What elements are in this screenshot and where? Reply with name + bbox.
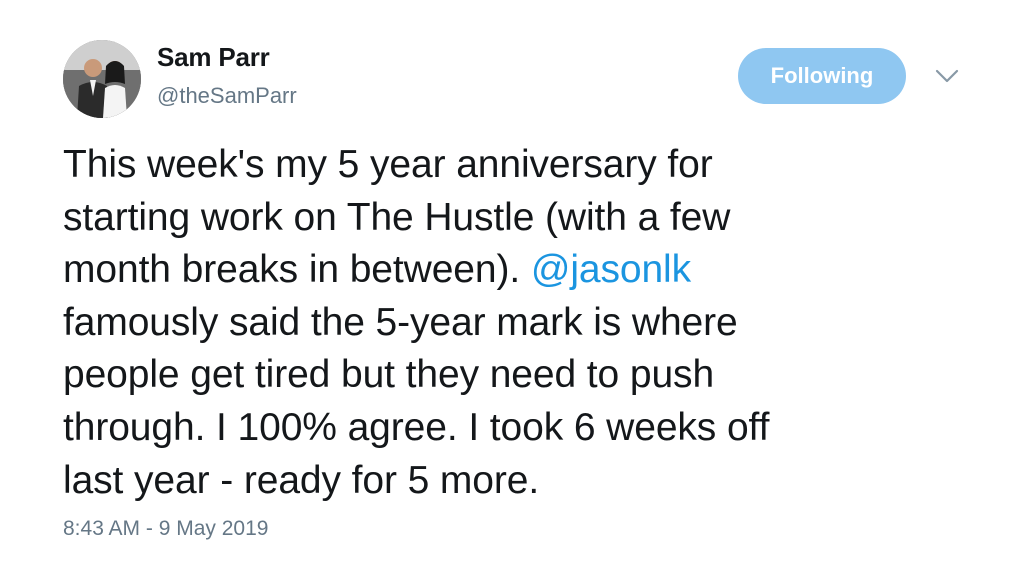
tweet-card: Sam Parr @theSamParr Following This week…	[0, 0, 1024, 565]
tweet-line: This week's my 5 year anniversary for	[63, 143, 713, 186]
chevron-down-icon[interactable]	[934, 66, 960, 86]
tweet-line: last year - ready for 5 more.	[63, 458, 540, 502]
tweet-line: famously said the 5-year mark is where	[63, 300, 738, 344]
tweet-text: This week's my 5 year anniversary for st…	[63, 139, 963, 507]
tweet-line: month breaks in between). @jasonlk	[63, 244, 963, 297]
tweet-line: people get tired but they need to push	[63, 353, 715, 397]
tweet-line: starting work on The Hustle (with a few	[63, 195, 731, 239]
mention-link[interactable]: @jasonlk	[531, 248, 691, 291]
tweet-line-text: month breaks in between).	[63, 248, 531, 292]
avatar[interactable]	[63, 40, 141, 118]
author-name[interactable]: Sam Parr	[157, 42, 270, 73]
timestamp[interactable]: 8:43 AM - 9 May 2019	[63, 517, 268, 541]
author-handle[interactable]: @theSamParr	[157, 83, 297, 109]
avatar-photo	[63, 40, 141, 118]
tweet-line: through. I 100% agree. I took 6 weeks of…	[63, 405, 770, 449]
following-button[interactable]: Following	[738, 48, 906, 104]
